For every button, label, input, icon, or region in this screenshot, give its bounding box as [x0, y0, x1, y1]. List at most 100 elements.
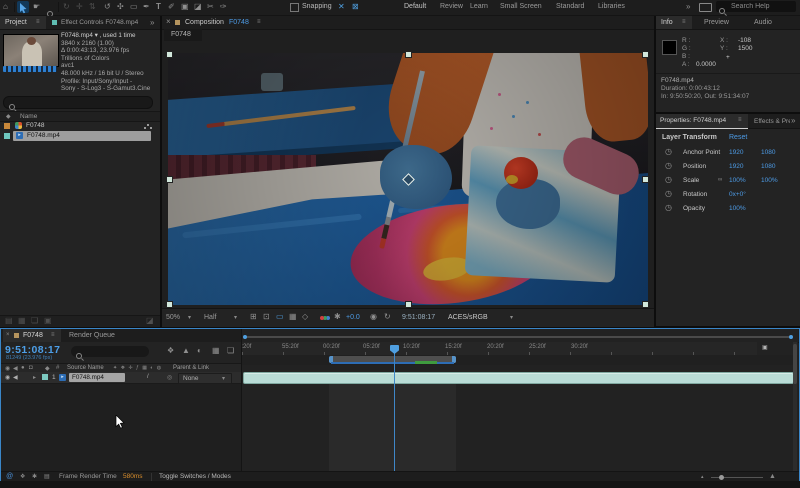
colorspace-dropdown[interactable]: ACES/sRGB — [448, 314, 488, 321]
gear-icon[interactable]: ✱ — [32, 473, 37, 480]
track-vertical-scrollbar[interactable] — [793, 342, 797, 471]
parent-link-column-header[interactable]: Parent & Link — [173, 365, 209, 371]
workspace-tab-learn[interactable]: Learn — [470, 3, 488, 10]
search-scope-icon[interactable] — [699, 3, 712, 12]
graph-editor-icon[interactable]: ❏ — [227, 347, 234, 355]
brush-tool-icon[interactable]: ✐ — [168, 3, 175, 11]
layer-row[interactable]: ◉ ◀ ▸ 1 ▸ F0748.mp4 / ◎ None ▾ — [1, 372, 241, 384]
layer-name-chip[interactable]: F0748.mp4 — [69, 373, 125, 382]
composition-panel-comp-name[interactable]: F0748 — [229, 19, 249, 26]
label-column-icon[interactable]: ◆ — [6, 113, 11, 120]
layer-handle[interactable] — [405, 301, 412, 308]
navigator-start-handle[interactable] — [243, 335, 247, 339]
exposure-value[interactable]: +0.0 — [346, 314, 360, 321]
tab-properties[interactable]: Properties: F0748.mp4 ≡ — [656, 114, 748, 129]
time-ruler[interactable]: 0:20f 55:20f 00:20f 05:20f 10:20f 15:20f… — [242, 342, 757, 356]
home-icon[interactable]: ⌂ — [3, 3, 8, 11]
prop-position-label[interactable]: Position — [683, 163, 706, 170]
workspace-tab-standard[interactable]: Standard — [556, 3, 584, 10]
refresh-icon[interactable]: ↻ — [384, 313, 391, 321]
close-icon[interactable]: × — [166, 18, 171, 26]
list-icon[interactable]: ▤ — [44, 473, 50, 480]
panel-menu-icon[interactable]: ≡ — [36, 19, 40, 25]
preview-timecode[interactable]: 9:51:08:17 — [402, 314, 435, 321]
prop-rotation-value[interactable]: 0x+0° — [729, 191, 746, 198]
grid-guides-icon[interactable]: ⊞ — [250, 313, 257, 321]
type-tool-icon[interactable]: T — [156, 3, 161, 11]
project-search-box[interactable] — [3, 96, 153, 109]
video-frame[interactable] — [168, 53, 648, 305]
stopwatch-icon[interactable]: ◷ — [665, 176, 672, 184]
tab-info[interactable]: Info ≡ — [656, 16, 692, 29]
timeline-zoom-thumb[interactable] — [719, 475, 724, 480]
rotate-tool-icon[interactable]: ↺ — [104, 3, 111, 11]
roto-brush-tool-icon[interactable]: ✂ — [207, 3, 214, 11]
puppet-pin-tool-icon[interactable]: ✑ — [220, 3, 227, 11]
project-row-footage[interactable]: ▸ F0748.mp4 — [0, 131, 160, 141]
viewer-tab[interactable]: F0748 — [164, 29, 202, 41]
name-column-header[interactable]: Name — [20, 113, 37, 120]
timeline-search-input[interactable] — [85, 347, 147, 356]
color-depth-icon[interactable]: ▦ — [18, 317, 26, 325]
magnification-dropdown[interactable]: 50% — [166, 314, 180, 321]
layer-expand-arrow[interactable]: ▸ — [33, 374, 36, 381]
prop-scale-x[interactable]: 100% — [729, 177, 746, 184]
timeline-navigator-track[interactable] — [244, 336, 792, 338]
panel-menu-icon[interactable]: ≡ — [51, 332, 55, 338]
comp-marker-bin-icon[interactable]: ▣ — [762, 344, 768, 351]
interpret-footage-icon[interactable]: ▤ — [5, 317, 13, 325]
footage-label-swatch[interactable] — [4, 133, 10, 139]
layer-handle[interactable] — [642, 51, 649, 58]
help-search-input[interactable] — [729, 2, 795, 11]
composition-panel-title[interactable]: Composition — [185, 19, 224, 26]
channel-select-icon[interactable] — [320, 316, 324, 320]
delete-icon[interactable]: ◪ — [146, 317, 154, 325]
zoom-out-mountain-icon[interactable]: ▴ — [701, 474, 704, 480]
workspace-overflow-icon[interactable]: » — [686, 3, 690, 11]
prop-scale-y[interactable]: 100% — [761, 177, 778, 184]
help-search-box[interactable] — [716, 1, 796, 12]
tab-render-queue[interactable]: Render Queue — [69, 332, 115, 339]
region-of-interest-icon[interactable]: ▭ — [276, 313, 284, 321]
layer-handle[interactable] — [166, 301, 173, 308]
layer-handle[interactable] — [642, 301, 649, 308]
layer-handle[interactable] — [166, 176, 173, 183]
stopwatch-icon[interactable]: ◷ — [665, 190, 672, 198]
stopwatch-icon[interactable]: ◷ — [665, 204, 672, 212]
toggle-switches-modes-button[interactable]: Toggle Switches / Modes — [159, 473, 231, 480]
prop-opacity-label[interactable]: Opacity — [683, 205, 705, 212]
timeline-search-box[interactable] — [71, 346, 149, 357]
layer-handle[interactable] — [642, 176, 649, 183]
rectangle-tool-icon[interactable]: ▭ — [130, 3, 138, 11]
eraser-tool-icon[interactable]: ◪ — [194, 3, 202, 11]
parent-pickwhip-icon[interactable]: ◎ — [167, 374, 172, 381]
zoom-in-mountain-icon[interactable]: ▲ — [769, 473, 776, 480]
layer-duration-bar[interactable] — [243, 372, 794, 384]
frame-blend-icon[interactable]: ▦ — [212, 347, 220, 355]
reset-button[interactable]: Reset — [729, 134, 747, 141]
transparency-grid-icon[interactable]: ▦ — [289, 313, 297, 321]
panel-menu-icon[interactable]: ≡ — [682, 19, 686, 25]
prop-opacity-value[interactable]: 100% — [729, 205, 746, 212]
parent-dropdown[interactable]: None ▾ — [178, 373, 232, 384]
prop-anchor-y[interactable]: 1080 — [761, 149, 775, 156]
snapshot-camera-icon[interactable]: ◉ — [370, 313, 377, 321]
project-row-comp[interactable]: F0748 — [0, 121, 160, 131]
snapping-checkbox[interactable] — [290, 3, 299, 12]
panel-menu-icon[interactable]: ≡ — [738, 117, 742, 123]
panel-menu-icon[interactable]: ≡ — [257, 19, 261, 25]
exposure-gear-icon[interactable]: ✱ — [334, 313, 341, 321]
layer-handle[interactable] — [166, 51, 173, 58]
comp-flowchart-icon[interactable]: ❖ — [167, 347, 174, 355]
prop-anchor-x[interactable]: 1920 — [729, 149, 743, 156]
workspace-tab-review[interactable]: Review — [440, 3, 463, 10]
layer-quality-toggle[interactable]: / — [147, 374, 149, 380]
playhead-line[interactable] — [394, 353, 395, 471]
tab-timeline-comp[interactable]: × F0748 ≡ — [3, 329, 61, 342]
mask-mode-icon[interactable]: ◇ — [302, 313, 308, 321]
prop-position-y[interactable]: 1080 — [761, 163, 775, 170]
tab-preview[interactable]: Preview — [704, 19, 729, 26]
workspace-tab-small-screen[interactable]: Small Screen — [500, 3, 542, 10]
prop-scale-label[interactable]: Scale — [683, 177, 699, 184]
resolution-dropdown[interactable]: Half — [204, 314, 216, 321]
